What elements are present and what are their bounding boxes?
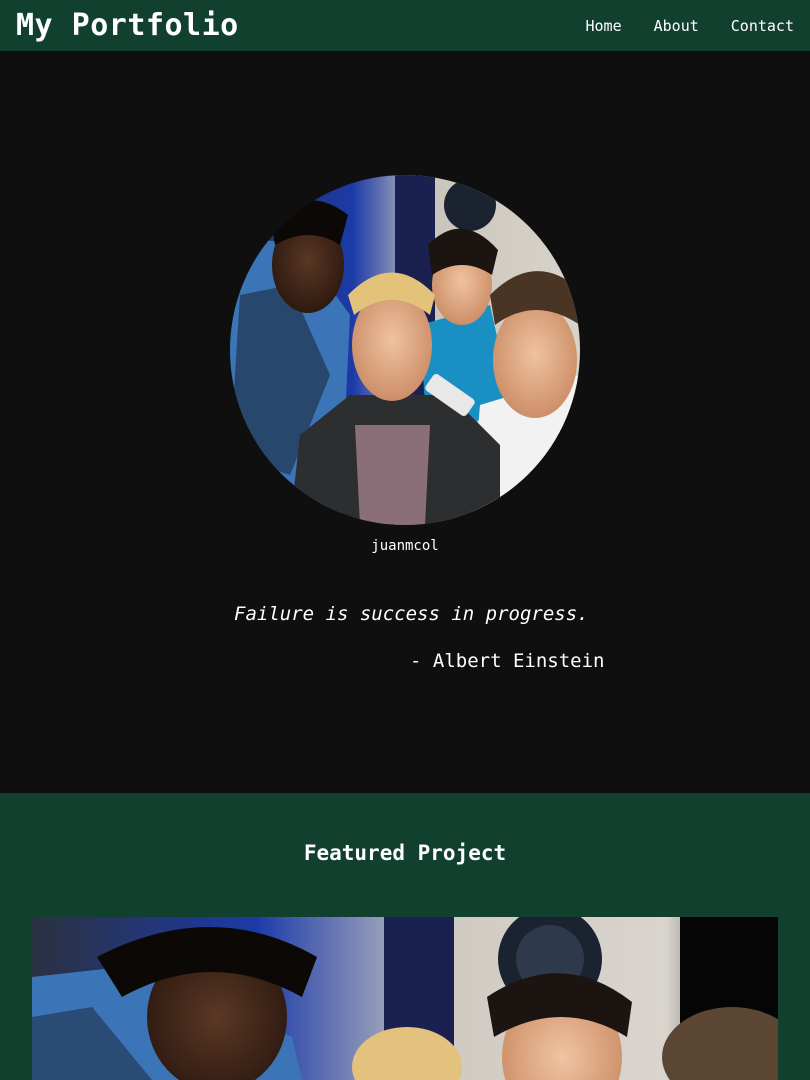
avatar-photo xyxy=(230,175,580,525)
nav-links: Home About Contact xyxy=(586,17,795,35)
featured-project-title: Featured Project xyxy=(303,841,507,865)
brand-title[interactable]: My Portfolio xyxy=(16,8,239,43)
navbar: My Portfolio Home About Contact xyxy=(0,0,810,51)
nav-link-about[interactable]: About xyxy=(654,17,699,35)
featured-project-image[interactable] xyxy=(32,917,778,1080)
nav-link-home[interactable]: Home xyxy=(586,17,622,35)
quote-text: Failure is success in progress. xyxy=(234,603,589,625)
featured-project-section: Featured Project xyxy=(0,793,810,1080)
username: juanmcol xyxy=(371,538,439,554)
featured-project-photo xyxy=(32,917,778,1080)
hero-section: juanmcol Failure is success in progress.… xyxy=(0,51,810,793)
nav-link-contact[interactable]: Contact xyxy=(731,17,794,35)
avatar xyxy=(230,175,580,525)
quote-author: - Albert Einstein xyxy=(410,650,605,672)
